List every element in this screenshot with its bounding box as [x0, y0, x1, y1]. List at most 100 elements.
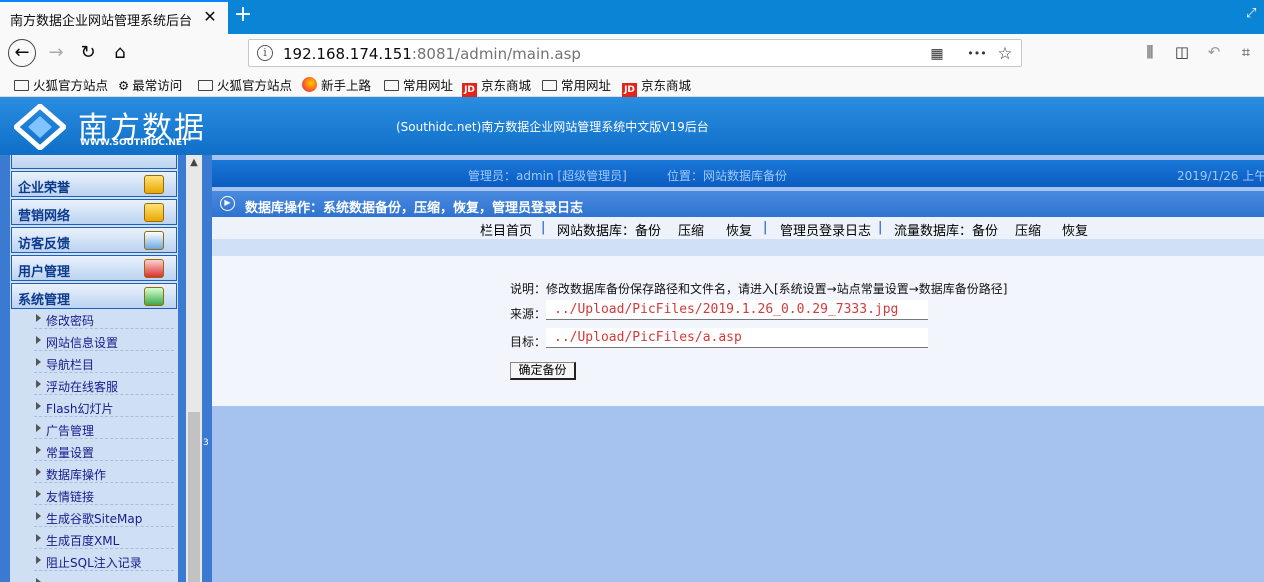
admin-info: 管理员：admin [超级管理员] [468, 169, 627, 183]
section-header: ▶ 数据库操作：系统数据备份，压缩，恢复，管理员登录日志 [212, 191, 1264, 217]
library-icon[interactable]: ⫼ [1140, 43, 1160, 63]
arrow-icon [36, 578, 41, 582]
sidebar-item-label: 友情链接 [46, 490, 95, 504]
folder-icon [384, 80, 399, 91]
system-title: (Southidc.net)南方数据企业网站管理系统中文版V19后台 [396, 120, 709, 134]
url-text[interactable]: 192.168.174.151:8081/admin/main.asp [283, 45, 581, 63]
screenshot-icon[interactable]: ⌗ [1236, 43, 1256, 63]
arrow-icon [36, 556, 41, 564]
bookmark-item[interactable]: 常用网址 [384, 75, 453, 93]
target-input[interactable]: ../Upload/PicFiles/a.asp [546, 328, 928, 348]
arrow-icon [36, 512, 41, 520]
category-icon [144, 175, 164, 194]
tab-active[interactable]: 南方数据企业网站管理系统后台 ✕ [0, 0, 228, 34]
menu-traffic-db-backup-link[interactable]: 流量数据库：备份 [894, 220, 998, 239]
sidebar-item-baidu-xml[interactable]: 生成百度XML [34, 529, 174, 549]
source-input[interactable]: ../Upload/PicFiles/2019.1.26_0.0.29_7333… [546, 300, 928, 320]
sidebar-item-site-info[interactable]: 网站信息设置 [34, 331, 174, 351]
sidebar-item-sql-log[interactable]: 阻止SQL注入记录 [34, 551, 174, 571]
sidebar-item-ads[interactable]: 广告管理 [34, 419, 174, 439]
bookmark-label: 火狐官方站点 [217, 78, 293, 93]
category-icon [144, 287, 164, 306]
divider-stripe [212, 239, 1264, 256]
arrow-icon [36, 358, 41, 366]
sidebar-category-users[interactable]: 用户管理 [11, 255, 177, 281]
home-icon[interactable]: ⌂ [106, 39, 134, 67]
bookmark-item[interactable]: ⚙ 最常访问 [118, 75, 182, 93]
confirm-backup-button[interactable]: 确定备份 [510, 362, 576, 380]
undo-icon[interactable]: ↶ [1204, 43, 1224, 63]
source-label: 来源： [510, 307, 547, 321]
bookmark-item[interactable]: JD 京东商城 [622, 75, 692, 98]
menu-compress-link[interactable]: 压缩 [678, 220, 704, 239]
sidebar-category-marketing[interactable]: 营销网络 [11, 199, 177, 225]
menu-separator: | [541, 220, 546, 235]
bookmark-star-icon[interactable]: ☆ [995, 44, 1015, 64]
page-actions-icon[interactable]: ••• [967, 44, 987, 64]
sidebar-category-system[interactable]: 系统管理 [11, 283, 177, 309]
sidebar-item-label: Flash幻灯片 [46, 402, 114, 416]
menu-restore-traffic-link[interactable]: 恢复 [1062, 220, 1088, 239]
sidebar-item-online-service[interactable]: 浮动在线客服 [34, 375, 174, 395]
sidebar-category-feedback[interactable]: 访客反馈 [11, 227, 177, 253]
sidebar-item-partial[interactable] [34, 573, 174, 582]
logo-icon [14, 104, 66, 150]
sidebar-scrollbar[interactable]: ▲ [186, 155, 202, 582]
folder-icon [198, 80, 213, 91]
bookmark-label: 京东商城 [641, 78, 692, 93]
category-icon [144, 231, 164, 250]
bookmark-item[interactable]: 火狐官方站点 [14, 75, 108, 93]
sidebar-item-constants[interactable]: 常量设置 [34, 441, 174, 461]
sidebar-item-label: 常量设置 [46, 446, 95, 460]
bookmark-label: 新手上路 [321, 78, 372, 93]
sidebar-item-label: 浮动在线客服 [46, 380, 119, 394]
menu-home-link[interactable]: 栏目首页 [480, 220, 532, 239]
site-info-icon[interactable]: i [257, 45, 273, 61]
sidebar-item-nav[interactable]: 导航栏目 [34, 353, 174, 373]
sidebar-category-honor[interactable]: 企业荣誉 [11, 171, 177, 197]
scroll-up-icon[interactable]: ▲ [186, 155, 202, 171]
sidebar-item-database[interactable]: 数据库操作 [34, 463, 174, 483]
close-tab-icon[interactable]: ✕ [200, 7, 220, 27]
url-bar[interactable]: i 192.168.174.151:8081/admin/main.asp ▦ … [248, 39, 1022, 67]
sidebar-item-flash[interactable]: Flash幻灯片 [34, 397, 174, 417]
play-circle-icon: ▶ [220, 196, 235, 211]
frame-splitter[interactable]: 3 [202, 155, 212, 582]
sidebar-item-change-password[interactable]: 修改密码 [34, 309, 174, 329]
sidebar-menu: ▔▔▔▔ 企业荣誉 营销网络 访客反馈 用户管理 系统管理 修改密码 网站信息设… [10, 155, 178, 582]
forward-icon[interactable]: → [42, 39, 70, 67]
tab-title: 南方数据企业网站管理系统后台 [10, 14, 193, 29]
restore-window-icon[interactable]: ⤢ [1246, 6, 1262, 22]
admin-header: 南方数据 WWW.SOUTHIDC.NET (Southidc.net)南方数据… [0, 97, 1264, 155]
info-bar: 管理员：admin [超级管理员] 位置：网站数据库备份 2019/1/26 上… [212, 160, 1264, 187]
menu-separator: | [763, 220, 768, 235]
target-value: ../Upload/PicFiles/a.asp [554, 330, 742, 345]
arrow-icon [36, 402, 41, 410]
sidebar-item-label: 生成百度XML [46, 534, 120, 548]
bookmark-item[interactable]: 火狐官方站点 [198, 75, 292, 93]
reload-icon[interactable]: ↻ [74, 39, 102, 67]
menu-restore-link[interactable]: 恢复 [726, 220, 752, 239]
sidebar-category-partial[interactable]: ▔▔▔▔ [11, 155, 177, 169]
sidebar: ▔▔▔▔ 企业荣誉 营销网络 访客反馈 用户管理 系统管理 修改密码 网站信息设… [0, 155, 202, 582]
bookmark-item[interactable]: 新手上路 [302, 75, 371, 93]
splitter-toggle[interactable]: 3 [203, 438, 209, 448]
menu-compress-traffic-link[interactable]: 压缩 [1015, 220, 1041, 239]
scrollbar-thumb[interactable] [188, 412, 200, 582]
bookmark-item[interactable]: JD 京东商城 [462, 75, 531, 98]
arrow-icon [36, 534, 41, 542]
sidebar-item-links[interactable]: 友情链接 [34, 485, 174, 505]
sidebar-item-google-sitemap[interactable]: 生成谷歌SiteMap [34, 507, 174, 527]
sidebar-toggle-icon[interactable]: ◫ [1172, 43, 1192, 63]
category-label: 访客反馈 [18, 237, 71, 252]
back-icon[interactable]: ← [8, 39, 36, 67]
qr-code-icon[interactable]: ▦ [927, 44, 947, 64]
bookmark-item[interactable]: 常用网址 [542, 75, 611, 93]
menu-site-db-backup-link[interactable]: 网站数据库：备份 [557, 220, 661, 239]
bookmark-label: 最常访问 [132, 78, 183, 93]
new-tab-button[interactable]: + [232, 4, 254, 26]
bookmark-label: 火狐官方站点 [33, 78, 109, 93]
arrow-icon [36, 468, 41, 476]
location-info: 位置：网站数据库备份 [667, 169, 788, 183]
menu-login-log-link[interactable]: 管理员登录日志 [780, 220, 871, 239]
